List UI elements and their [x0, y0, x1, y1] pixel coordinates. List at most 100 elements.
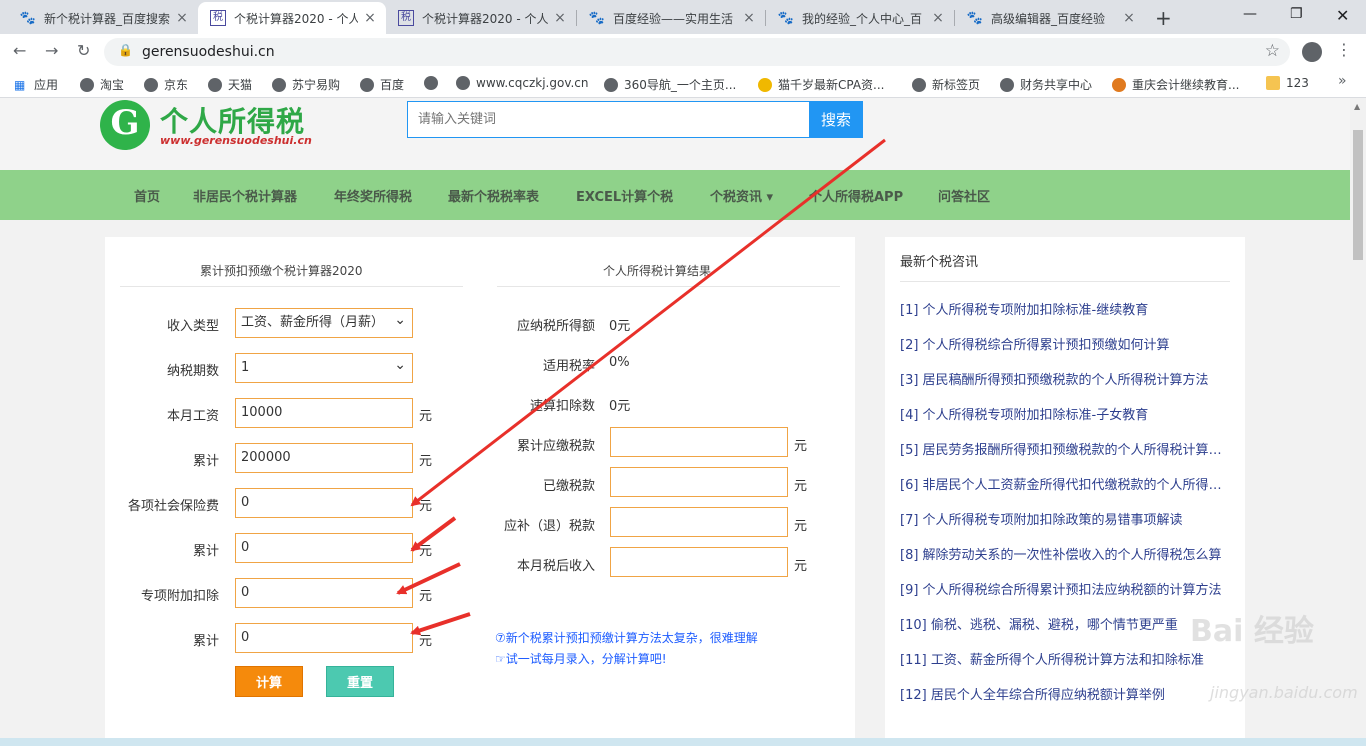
nav-home[interactable]: 首页: [134, 186, 160, 205]
baidu-paw-icon: 🐾: [588, 10, 606, 26]
period-select[interactable]: 1: [235, 351, 413, 383]
news-item[interactable]: [3] 居民稿酬所得预扣预缴税款的个人所得税计算方法: [900, 369, 1230, 388]
bookmark-finance-share[interactable]: 财务共享中心: [1000, 76, 1092, 93]
news-item[interactable]: [10] 偷税、逃税、漏税、避税，哪个情节更严重: [900, 614, 1230, 633]
back-arrow-icon[interactable]: ←: [13, 41, 26, 60]
unit-yuan: 元: [419, 544, 433, 559]
unit-yuan: 元: [794, 559, 808, 574]
scrollbar-thumb[interactable]: [1353, 130, 1363, 260]
bookmark-blank[interactable]: [424, 76, 444, 90]
result-title: 个人所得税计算结果: [603, 264, 712, 278]
site-search-button[interactable]: 搜索: [809, 101, 863, 138]
forward-arrow-icon[interactable]: →: [45, 41, 58, 60]
bookmark-tmall[interactable]: 天猫: [208, 76, 252, 93]
insurance-total-label: 累计: [192, 544, 219, 559]
watermark: Bai 经验: [1190, 614, 1314, 649]
close-tab-icon[interactable]: ×: [741, 10, 757, 26]
bookmark-apps[interactable]: ▦ 应用: [14, 76, 58, 93]
site-search-input[interactable]: [407, 101, 810, 138]
news-panel: 最新个税咨讯 [1] 个人所得税专项附加扣除标准-继续教育 [2] 个人所得税综…: [885, 237, 1245, 746]
nav-year-end-bonus[interactable]: 年终奖所得税: [334, 186, 412, 205]
close-window-icon[interactable]: ✕: [1336, 6, 1349, 25]
baidu-paw-icon: 🐾: [966, 10, 984, 26]
bookmark-baidu[interactable]: 百度: [360, 76, 404, 93]
bookmarks-overflow-icon[interactable]: »: [1338, 73, 1347, 89]
news-item[interactable]: [2] 个人所得税综合所得累计预扣预缴如何计算: [900, 334, 1230, 353]
tab-tax-calculator-active[interactable]: 税 个税计算器2020 - 个人 ×: [198, 2, 386, 34]
page-scrollbar[interactable]: ▲: [1350, 98, 1366, 746]
unit-yuan: 元: [794, 439, 808, 454]
taxable-income-label: 应纳税所得额: [516, 319, 595, 334]
nav-tax-app[interactable]: 个人所得税APP: [809, 186, 903, 205]
tab-title: 新个税计算器_百度搜索: [44, 11, 170, 26]
tab-strip: 🐾 新个税计算器_百度搜索 × 税 个税计算器2020 - 个人 × 税 个税计…: [0, 0, 1366, 34]
bookmark-taobao[interactable]: 淘宝: [80, 76, 124, 93]
unit-yuan: 元: [794, 519, 808, 534]
news-item[interactable]: [5] 居民劳务报酬所得预扣预缴税款的个人所得税计算方法: [900, 439, 1230, 458]
new-tab-button[interactable]: +: [1155, 6, 1172, 30]
news-item[interactable]: [8] 解除劳动关系的一次性补偿收入的个人所得税怎么算: [900, 544, 1230, 563]
nav-tax-news-dropdown[interactable]: 个税资讯 ▾: [710, 186, 773, 205]
bookmark-star-icon[interactable]: ☆: [1265, 41, 1280, 61]
bookmark-cqczkj[interactable]: www.cqczkj.gov.cn: [456, 76, 589, 90]
bookmark-jd[interactable]: 京东: [144, 76, 188, 93]
bookmarks-bar: ▦ 应用 淘宝 京东 天猫 苏宁易购 百度 www.cqczkj.gov.cn 3…: [0, 70, 1366, 98]
news-item[interactable]: [11] 工资、薪金所得个人所得税计算方法和扣除标准: [900, 649, 1230, 668]
close-tab-icon[interactable]: ×: [1121, 10, 1137, 26]
globe-icon: [272, 77, 286, 92]
tab-title: 高级编辑器_百度经验: [991, 11, 1106, 26]
site-header: G 个人所得税 www.gerensuodeshui.cn 搜索: [0, 98, 1350, 170]
salary-input[interactable]: 10000: [235, 398, 413, 428]
reload-icon[interactable]: ↻: [77, 41, 90, 60]
bookmark-cq-accounting[interactable]: 重庆会计继续教育...: [1112, 76, 1239, 93]
news-title: 最新个税咨讯: [900, 255, 979, 270]
news-item[interactable]: [4] 个人所得税专项附加扣除标准-子女教育: [900, 404, 1230, 423]
tab-advanced-editor[interactable]: 🐾 高级编辑器_百度经验 ×: [955, 2, 1145, 34]
tip-try-monthly[interactable]: ☞试一试每月录入，分解计算吧!: [495, 650, 667, 667]
news-item[interactable]: [12] 居民个人全年综合所得应纳税额计算举例: [900, 684, 1230, 703]
scroll-up-icon[interactable]: ▲: [1354, 102, 1360, 111]
news-item[interactable]: [7] 个人所得税专项附加扣除政策的易错事项解读: [900, 509, 1230, 528]
calculate-button[interactable]: 计算: [235, 666, 303, 697]
tab-my-jingyan[interactable]: 🐾 我的经验_个人中心_百 ×: [766, 2, 954, 34]
tip-complex-method[interactable]: ⑦新个税累计预扣预缴计算方法太复杂，很难理解: [495, 629, 758, 646]
restore-icon[interactable]: ❐: [1290, 6, 1303, 22]
tab-tax-calculator[interactable]: 税 个税计算器2020 - 个人 ×: [386, 2, 576, 34]
close-tab-icon[interactable]: ×: [362, 10, 378, 26]
nav-excel-tax[interactable]: EXCEL计算个税: [576, 186, 673, 205]
main-nav: 首页 非居民个税计算器 年终奖所得税 最新个税税率表 EXCEL计算个税 个税资…: [0, 170, 1350, 220]
nav-nonresident-calculator[interactable]: 非居民个税计算器: [193, 186, 297, 205]
nav-tax-rate-table[interactable]: 最新个税税率表: [448, 186, 539, 205]
special-deduction-input[interactable]: 0: [235, 578, 413, 608]
salary-total-input[interactable]: 200000: [235, 443, 413, 473]
reset-button[interactable]: 重置: [326, 666, 394, 697]
swirl-icon: [1000, 77, 1014, 92]
close-tab-icon[interactable]: ×: [930, 10, 946, 26]
period-label: 纳税期数: [166, 364, 219, 379]
profile-avatar-icon[interactable]: [1302, 42, 1322, 62]
address-bar[interactable]: 🔒 gerensuodeshui.cn ☆: [104, 38, 1290, 66]
news-item[interactable]: [9] 个人所得税综合所得累计预扣法应纳税额的计算方法: [900, 579, 1230, 598]
insurance-total-input[interactable]: 0: [235, 533, 413, 563]
income-type-select[interactable]: 工资、薪金所得（月薪）: [235, 306, 413, 338]
close-tab-icon[interactable]: ×: [174, 10, 190, 26]
nav-qa-community[interactable]: 问答社区: [938, 186, 990, 205]
site-logo[interactable]: G 个人所得税 www.gerensuodeshui.cn: [100, 100, 350, 150]
bookmark-360[interactable]: 360导航_一个主页...: [604, 76, 736, 93]
bookmark-suning[interactable]: 苏宁易购: [272, 76, 340, 93]
bookmark-folder-123[interactable]: 123: [1266, 76, 1309, 90]
tab-baidu-search[interactable]: 🐾 新个税计算器_百度搜索 ×: [8, 2, 198, 34]
globe-icon: [80, 77, 94, 92]
income-type-label: 收入类型: [166, 319, 219, 334]
news-item[interactable]: [1] 个人所得税专项附加扣除标准-继续教育: [900, 299, 1230, 318]
page-content: G 个人所得税 www.gerensuodeshui.cn 搜索 首页 非居民个…: [0, 98, 1350, 746]
special-deduction-total-input[interactable]: 0: [235, 623, 413, 653]
close-tab-icon[interactable]: ×: [552, 10, 568, 26]
more-menu-icon[interactable]: ⋮: [1336, 40, 1352, 59]
bookmark-new-tab[interactable]: 新标签页: [912, 76, 980, 93]
minimize-icon[interactable]: —: [1243, 6, 1257, 22]
news-item[interactable]: [6] 非居民个人工资薪金所得代扣代缴税款的个人所得税计算: [900, 474, 1230, 493]
insurance-input[interactable]: 0: [235, 488, 413, 518]
tab-baidu-jingyan[interactable]: 🐾 百度经验——实用生活 ×: [577, 2, 765, 34]
bookmark-cpa[interactable]: 猫千岁最新CPA资...: [758, 76, 885, 93]
